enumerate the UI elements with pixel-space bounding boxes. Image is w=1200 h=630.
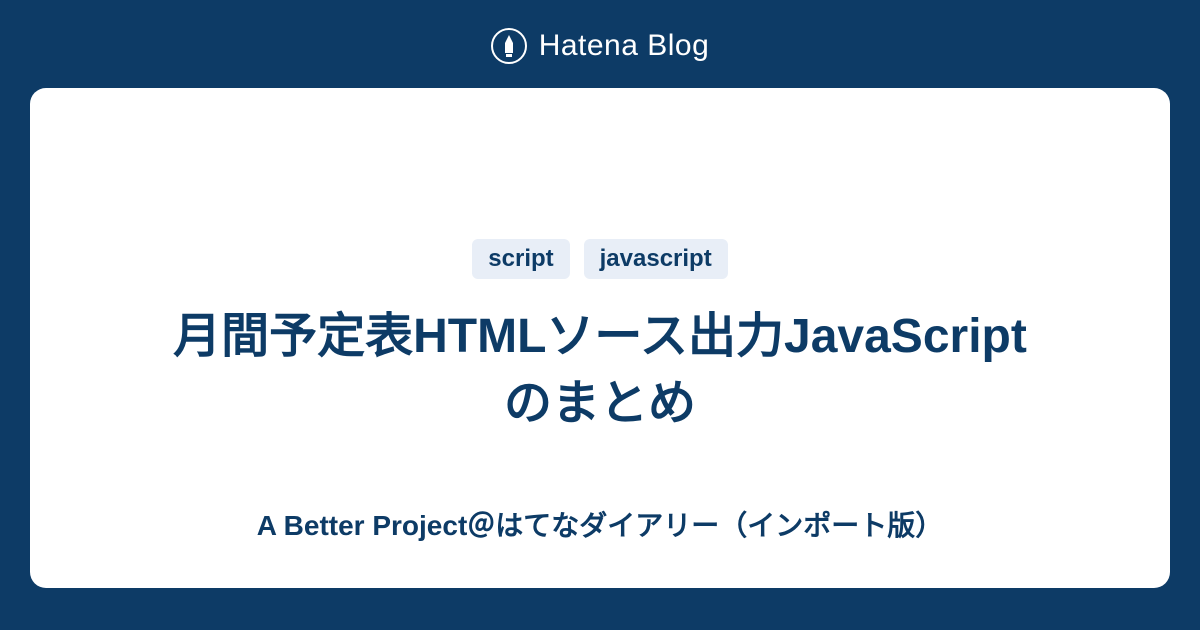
- blog-name: A Better Project＠はてなダイアリー（インポート版）: [257, 504, 944, 544]
- tag-list: script javascript: [472, 239, 727, 279]
- hatena-pen-icon: [491, 28, 527, 64]
- brand-name: Hatena Blog: [539, 29, 710, 63]
- tag-item: script: [472, 239, 569, 279]
- content-card: script javascript 月間予定表HTMLソース出力JavaScri…: [30, 88, 1170, 588]
- article-title: 月間予定表HTMLソース出力JavaScriptのまとめ: [150, 303, 1050, 437]
- tag-item: javascript: [584, 239, 728, 279]
- header: Hatena Blog: [491, 0, 710, 88]
